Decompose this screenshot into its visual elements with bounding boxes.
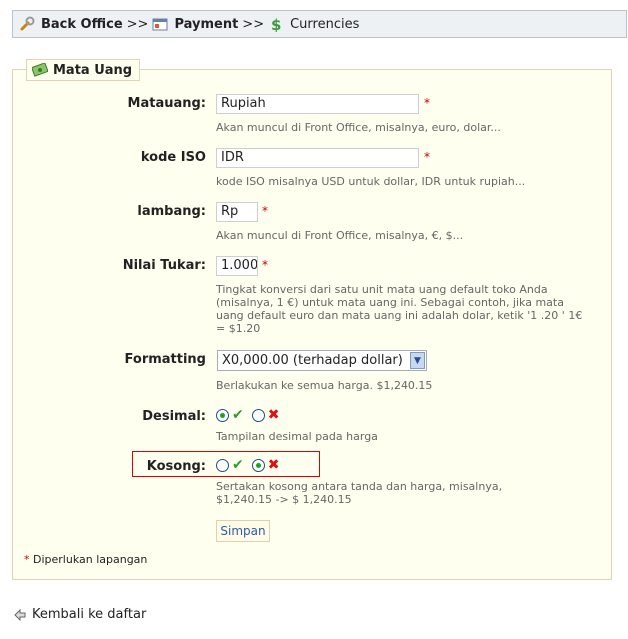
decimals-hint: Tampilan desimal pada harga bbox=[216, 430, 378, 443]
conversion-rate-hint: Tingkat konversi dari satu unit mata uan… bbox=[216, 283, 582, 335]
wrench-icon bbox=[19, 16, 35, 32]
check-icon: ✔ bbox=[232, 457, 244, 473]
iso-code-label: kode ISO bbox=[140, 150, 206, 165]
blank-no-radio[interactable] bbox=[251, 458, 265, 472]
hint-line: (misalnya, 1 €) untuk mata uang ini. Seb… bbox=[216, 296, 564, 309]
blank-yes-radio[interactable] bbox=[216, 458, 229, 472]
form-legend: Mata Uang bbox=[26, 59, 141, 81]
formatting-selected-value: X0,000.00 (terhadap dollar) bbox=[222, 353, 403, 368]
required-mark: * bbox=[424, 150, 430, 164]
conversion-rate-label: Nilai Tukar: bbox=[122, 258, 206, 273]
hint-line: $1,240.15 -> $ 1,240.15 bbox=[216, 493, 352, 506]
decimals-label: Desimal: bbox=[142, 409, 206, 424]
iso-code-hint: kode ISO misalnya USD untuk dollar, IDR … bbox=[216, 175, 526, 188]
hint-line: = $1.20 bbox=[216, 322, 261, 335]
required-mark: * bbox=[262, 258, 268, 272]
chevron-down-icon[interactable]: ▼ bbox=[410, 352, 425, 369]
svg-text:$: $ bbox=[271, 16, 281, 32]
decimals-radio-group: ✔ ✖ bbox=[216, 407, 279, 423]
dollar-icon: $ bbox=[268, 16, 284, 32]
breadcrumb-separator: >> bbox=[126, 16, 149, 32]
breadcrumb-back-office[interactable]: Back Office bbox=[41, 17, 123, 32]
iso-code-input[interactable]: IDR bbox=[216, 148, 419, 168]
blank-radio-group: ✔ ✖ bbox=[216, 457, 279, 473]
currency-name-input[interactable]: Rupiah bbox=[216, 94, 419, 114]
blank-label: Kosong: bbox=[146, 459, 206, 474]
conversion-rate-input[interactable]: 1.000 bbox=[216, 256, 258, 276]
breadcrumb: Back Office >> Payment >> $ Currencies bbox=[12, 10, 627, 38]
formatting-select[interactable]: X0,000.00 (terhadap dollar) ▼ bbox=[217, 350, 427, 371]
required-mark: * bbox=[262, 204, 268, 218]
hint-line: Tingkat konversi dari satu unit mata uan… bbox=[216, 283, 548, 296]
decimals-no-radio[interactable] bbox=[251, 408, 265, 422]
formatting-label: Formatting bbox=[124, 352, 206, 367]
save-button[interactable]: Simpan bbox=[216, 520, 270, 542]
currency-name-label: Matauang: bbox=[127, 96, 206, 111]
sign-input[interactable]: Rp bbox=[216, 202, 258, 222]
hint-line: uang default euro dan mata uang ini adal… bbox=[216, 309, 583, 322]
cross-icon: ✖ bbox=[267, 457, 280, 473]
check-icon: ✔ bbox=[232, 407, 244, 423]
back-link-label[interactable]: Kembali ke daftar bbox=[32, 607, 146, 622]
required-mark: * bbox=[424, 96, 430, 110]
decimals-yes-radio[interactable] bbox=[216, 408, 229, 422]
required-note: * Diperlukan lapangan bbox=[24, 553, 147, 566]
breadcrumb-payment[interactable]: Payment bbox=[174, 17, 238, 32]
legend-label: Mata Uang bbox=[53, 62, 133, 78]
sign-hint: Akan muncul di Front Office, misalnya, €… bbox=[216, 229, 464, 242]
blank-hint: Sertakan kosong antara tanda dan harga, … bbox=[216, 480, 502, 506]
cross-icon: ✖ bbox=[267, 407, 280, 423]
money-icon bbox=[32, 63, 48, 77]
required-mark: * bbox=[24, 553, 30, 566]
formatting-hint: Berlakukan ke semua harga. $1,240.15 bbox=[216, 379, 433, 392]
payment-icon bbox=[152, 16, 168, 32]
back-to-list-link[interactable]: Kembali ke daftar bbox=[14, 607, 146, 622]
sign-label: lambang: bbox=[137, 204, 206, 219]
currency-name-hint: Akan muncul di Front Office, misalnya, e… bbox=[216, 121, 501, 134]
breadcrumb-currencies: Currencies bbox=[290, 16, 360, 32]
back-arrow-icon bbox=[14, 608, 26, 621]
hint-line: Sertakan kosong antara tanda dan harga, … bbox=[216, 480, 503, 493]
required-note-text: Diperlukan lapangan bbox=[33, 553, 148, 566]
breadcrumb-separator: >> bbox=[242, 16, 265, 32]
